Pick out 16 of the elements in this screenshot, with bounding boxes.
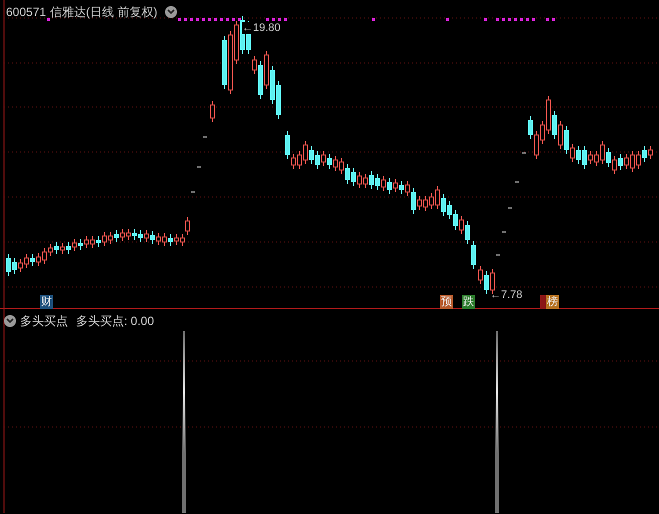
chevron-down-icon [167,9,176,15]
dropdown-button[interactable] [165,6,178,18]
chart-title: 信雅达(日线 前复权) [50,4,158,21]
candlestick [210,100,215,122]
price-label: ←7.78 [490,288,522,303]
event-marker[interactable] [540,295,546,309]
event-badge[interactable]: 跌 [462,295,475,309]
event-badge[interactable]: 预 [440,295,453,309]
event-badge[interactable]: 榜 [546,295,559,309]
chevron-down-icon [6,318,14,324]
collapse-button[interactable] [4,315,16,327]
indicator-name: 多头买点 [20,313,68,330]
indicator-value: 多头买点: 0.00 [76,313,154,330]
price-label: ←19.80 [242,22,281,34]
stock-code: 600571 [6,4,46,21]
event-badge[interactable]: 财 [40,295,53,309]
